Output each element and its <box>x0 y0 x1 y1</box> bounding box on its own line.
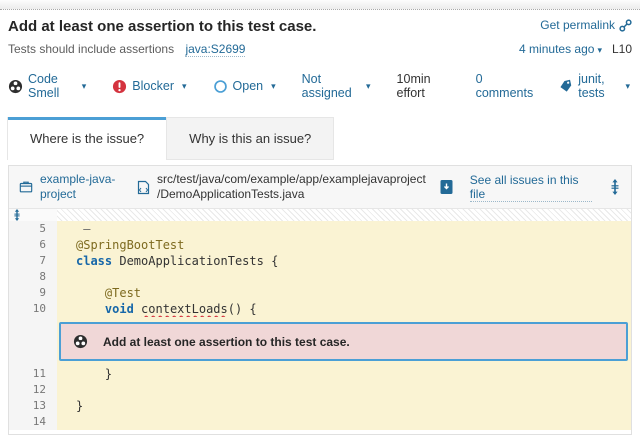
code-lines: 5 –6@SpringBootTest7class DemoApplicatio… <box>9 221 631 430</box>
line-number[interactable]: 5 <box>9 221 57 237</box>
code-line: 7class DemoApplicationTests { <box>9 253 631 269</box>
chevron-down-icon: ▾ <box>597 45 602 55</box>
permalink-chain-icon <box>619 19 632 32</box>
issue-toolbar: Code Smell ▾ Blocker ▾ Open ▾ Not assigned ▾… <box>8 72 632 100</box>
code-snippet-panel: example-java-project src/test/java/com/e… <box>8 165 632 435</box>
chevron-down-icon: ▾ <box>182 81 187 92</box>
project-icon <box>19 180 33 194</box>
line-reference: L10 <box>612 42 632 56</box>
age-dropdown[interactable]: 4 minutes ago▾ <box>519 42 602 56</box>
file-issues-icon[interactable] <box>440 179 453 195</box>
tags-label: junit, tests <box>578 72 617 100</box>
expand-hatch <box>57 209 631 221</box>
permalink-label: Get permalink <box>540 18 615 32</box>
line-number[interactable]: 10 <box>9 301 57 317</box>
line-number[interactable]: 13 <box>9 398 57 414</box>
code-line: 6@SpringBootTest <box>9 237 631 253</box>
line-number[interactable]: 14 <box>9 414 57 430</box>
open-status-icon <box>213 79 228 94</box>
line-number[interactable]: 9 <box>9 285 57 301</box>
code-line: 11 } <box>9 366 631 382</box>
tag-icon <box>559 79 573 93</box>
file-path-line1: src/test/java/com/example/app/examplejav… <box>157 172 426 186</box>
chevron-down-icon: ▾ <box>625 81 630 92</box>
code-line: 14 <box>9 414 631 430</box>
file-header: example-java-project src/test/java/com/e… <box>9 166 631 209</box>
tab-where-is-the-issue[interactable]: Where is the issue? <box>8 117 166 160</box>
gutter-cell-empty <box>9 317 57 366</box>
project-link[interactable]: example-java-project <box>40 172 130 202</box>
code-text <box>57 382 631 398</box>
type-dropdown[interactable]: Code Smell ▾ <box>8 72 86 100</box>
code-text: @SpringBootTest <box>57 237 631 253</box>
assignee-label: Not assigned <box>302 72 358 100</box>
rule-key-link[interactable]: java:S2699 <box>185 42 245 57</box>
code-line: 10 void contextLoads() { <box>9 301 631 317</box>
line-number[interactable]: 12 <box>9 382 57 398</box>
code-text <box>57 269 631 285</box>
code-line: 5 – <box>9 221 631 237</box>
code-text: } <box>57 398 631 414</box>
pin-expand-icon[interactable] <box>609 179 621 195</box>
code-line: 8 <box>9 269 631 285</box>
tags-dropdown[interactable]: junit, tests ▾ <box>559 72 630 100</box>
issue-area: Add at least one assertion to this test … <box>57 317 631 366</box>
see-all-issues-link[interactable]: See all issues in this file <box>470 173 592 202</box>
expand-lines-strip[interactable] <box>9 209 631 221</box>
severity-dropdown[interactable]: Blocker ▾ <box>112 79 186 94</box>
code-text: } <box>57 366 631 382</box>
status-dropdown[interactable]: Open ▾ <box>213 79 276 94</box>
rule-description: Tests should include assertions <box>8 42 174 56</box>
code-smell-icon <box>8 79 23 94</box>
collapsed-top-strip <box>0 0 640 10</box>
code-smell-icon <box>73 334 88 349</box>
file-path-line2: /DemoApplicationTests.java <box>157 187 304 201</box>
assignee-dropdown[interactable]: Not assigned ▾ <box>302 72 371 100</box>
tab-why-is-this-an-issue[interactable]: Why is this an issue? <box>166 117 334 160</box>
code-line: 13} <box>9 398 631 414</box>
severity-label: Blocker <box>132 79 174 93</box>
code-text: void contextLoads() { <box>57 301 631 317</box>
type-label: Code Smell <box>28 72 74 100</box>
effort-label: 10min effort <box>397 72 450 100</box>
line-number[interactable]: 8 <box>9 269 57 285</box>
line-number[interactable]: 6 <box>9 237 57 253</box>
code-text: – <box>57 221 631 237</box>
issue-message: Add at least one assertion to this test … <box>103 335 350 349</box>
issue-title: Add at least one assertion to this test … <box>8 18 316 35</box>
comments-link[interactable]: 0 comments <box>476 72 534 100</box>
get-permalink-link[interactable]: Get permalink <box>540 18 632 32</box>
inline-issue-box[interactable]: Add at least one assertion to this test … <box>59 322 628 361</box>
code-line: 12 <box>9 382 631 398</box>
chevron-down-icon: ▾ <box>82 81 87 92</box>
line-number[interactable]: 7 <box>9 253 57 269</box>
inline-issue-row: Add at least one assertion to this test … <box>9 317 631 366</box>
line-number[interactable]: 11 <box>9 366 57 382</box>
code-text: @Test <box>57 285 631 301</box>
issue-tabs: Where is the issue? Why is this an issue… <box>8 117 632 160</box>
pin-expand-icon[interactable] <box>12 209 22 221</box>
status-label: Open <box>233 79 264 93</box>
blocker-severity-icon <box>112 79 127 94</box>
code-text: class DemoApplicationTests { <box>57 253 631 269</box>
file-icon <box>137 180 150 195</box>
code-line: 9 @Test <box>9 285 631 301</box>
code-text <box>57 414 631 430</box>
age-label: 4 minutes ago <box>519 42 594 56</box>
chevron-down-icon: ▾ <box>271 81 276 92</box>
chevron-down-icon: ▾ <box>366 81 371 92</box>
file-path: src/test/java/com/example/app/examplejav… <box>157 172 426 202</box>
